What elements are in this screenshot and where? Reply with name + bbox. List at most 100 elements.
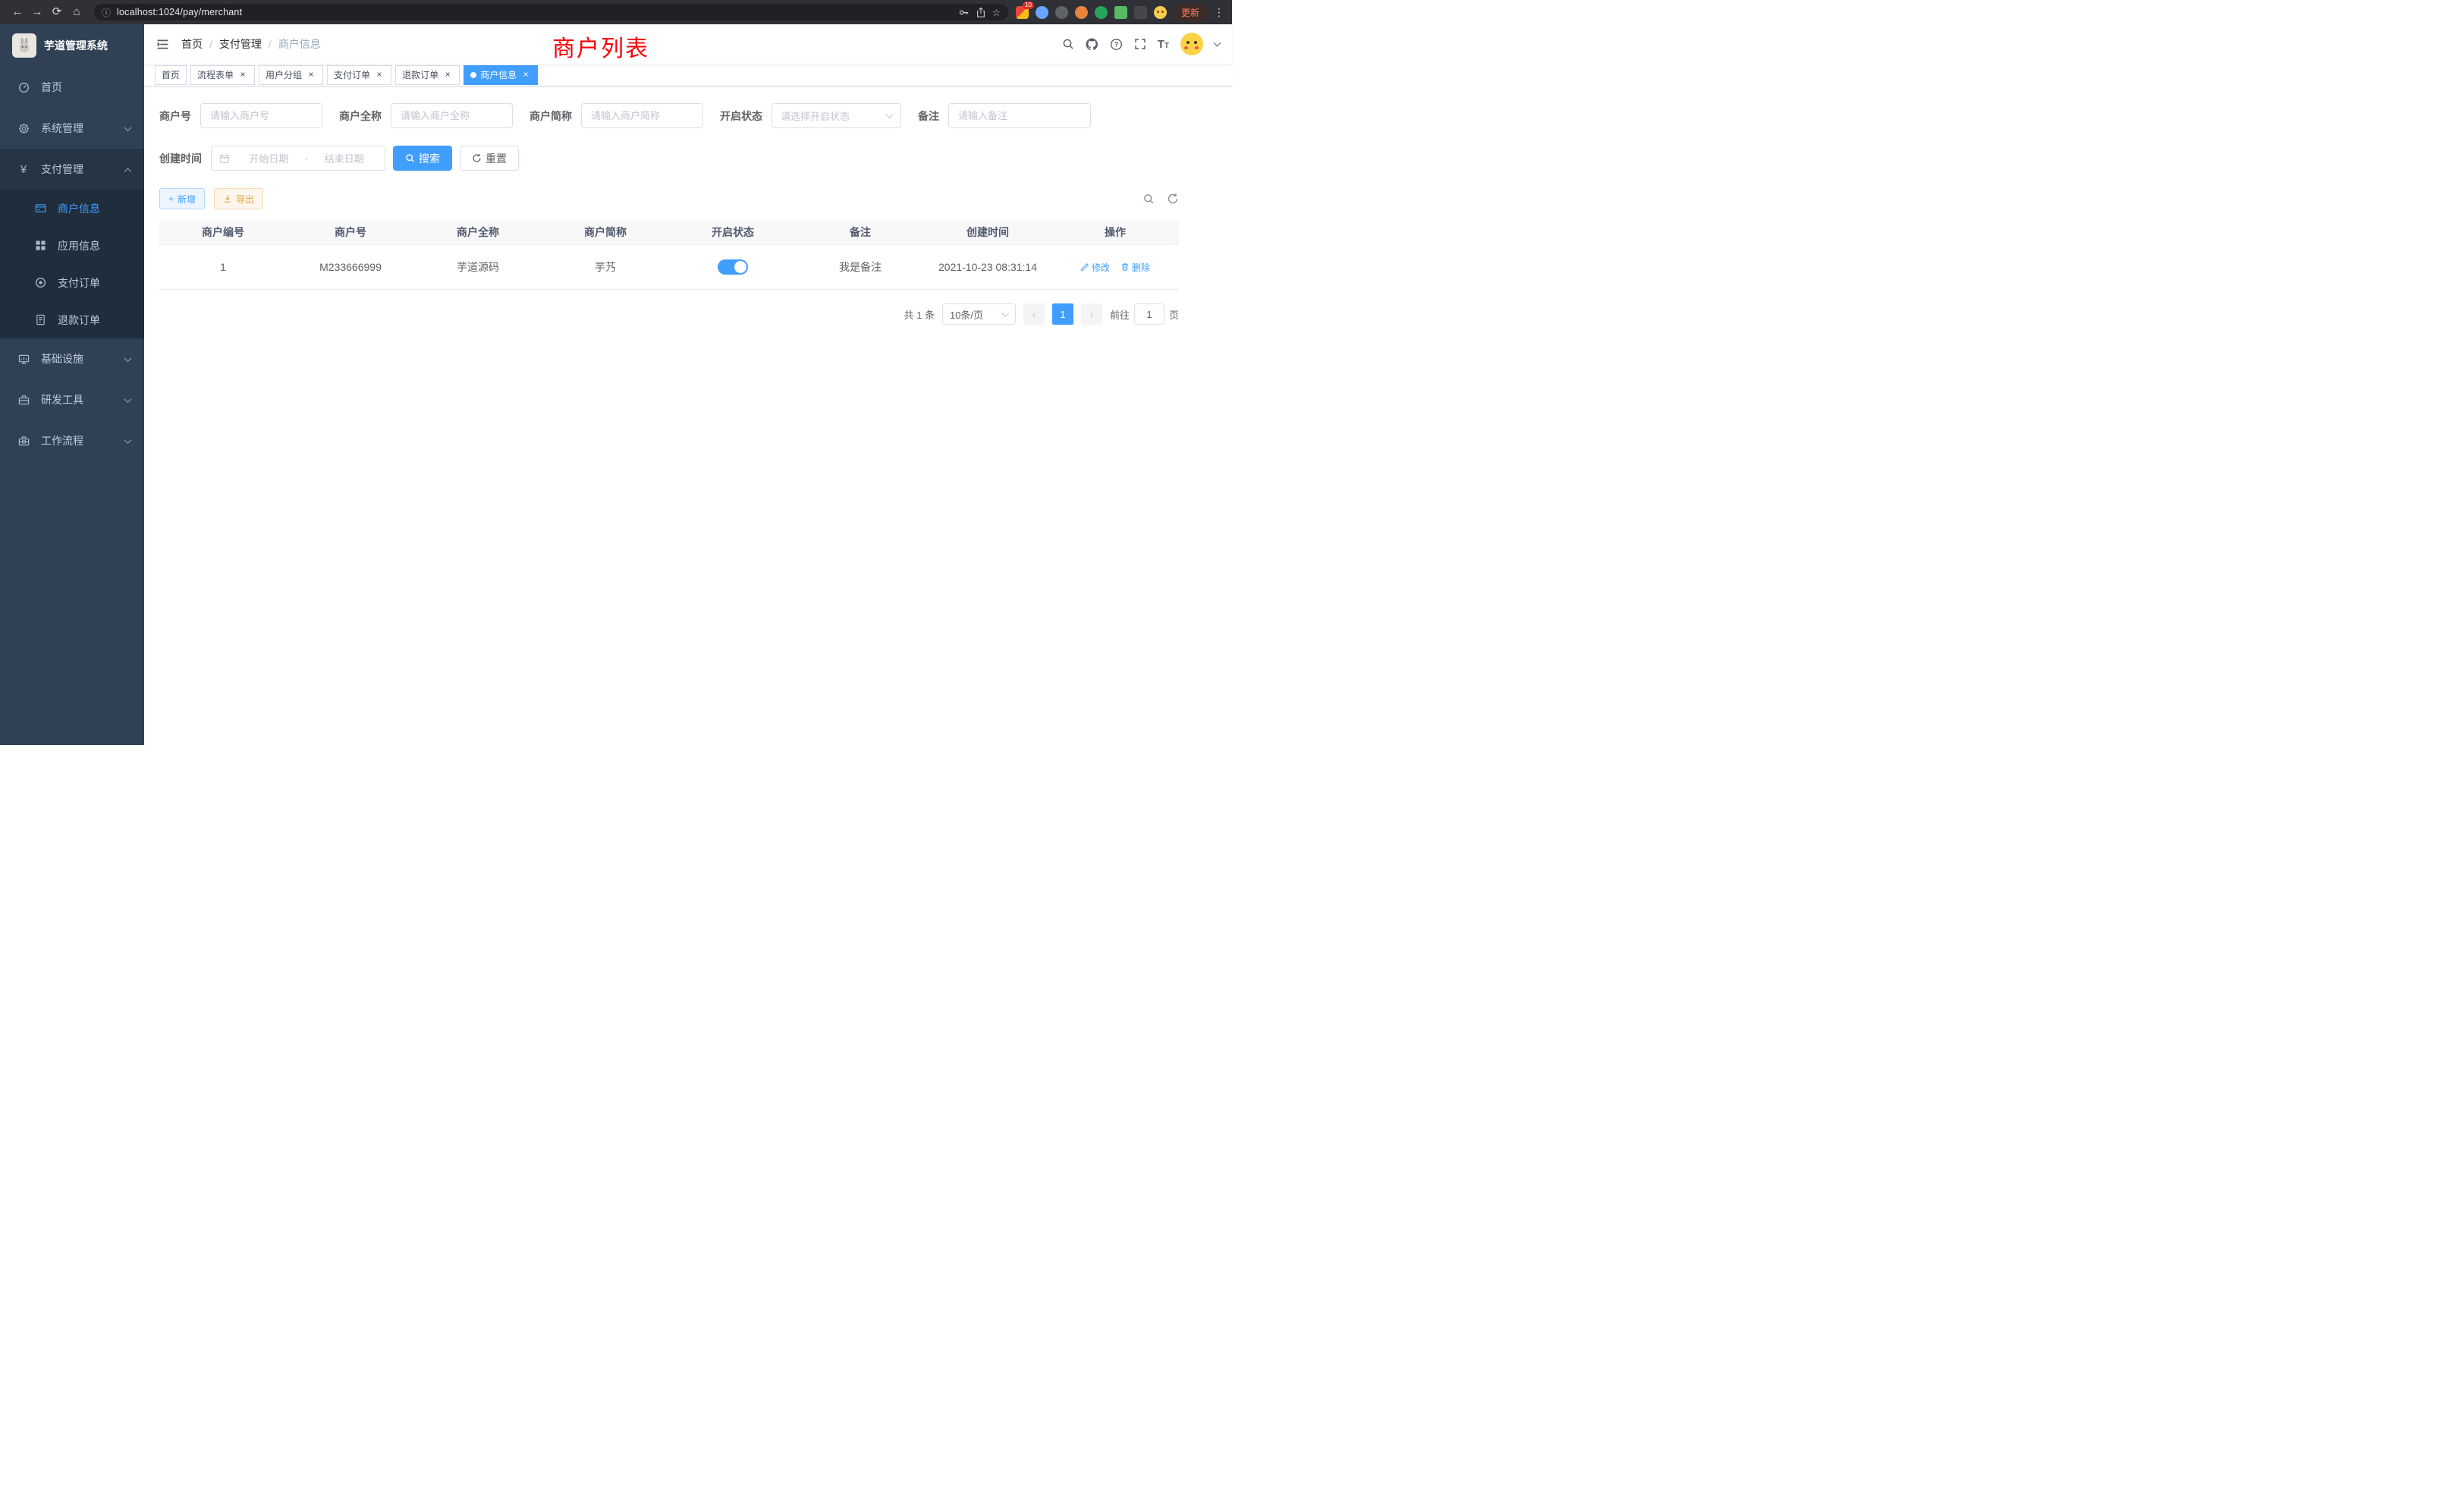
hamburger-icon[interactable] [156, 38, 169, 51]
chevron-down-icon [124, 124, 132, 131]
delete-button[interactable]: 删除 [1120, 261, 1150, 274]
browser-menu-icon[interactable]: ⋮ [1214, 6, 1224, 19]
extension-icon[interactable] [1075, 6, 1088, 19]
export-button[interactable]: 导出 [214, 188, 263, 209]
full-name-input[interactable] [391, 103, 513, 128]
browser-reload-icon[interactable]: ⟳ [47, 2, 67, 22]
extension-icon[interactable] [1114, 6, 1127, 19]
github-icon[interactable] [1086, 38, 1098, 51]
search-button[interactable]: 搜索 [393, 146, 452, 171]
add-button[interactable]: + 新增 [159, 188, 205, 209]
toggle-search-icon[interactable] [1142, 193, 1155, 205]
sidebar-item-app-info[interactable]: 应用信息 [0, 227, 144, 264]
password-key-icon[interactable] [958, 7, 970, 18]
reset-button[interactable]: 重置 [460, 146, 519, 171]
user-avatar[interactable] [1180, 33, 1203, 55]
chevron-down-icon [124, 436, 132, 444]
sidebar-item-system[interactable]: 系统管理 [0, 108, 144, 149]
sidebar-item-pay-order[interactable]: 支付订单 [0, 264, 144, 301]
goto-page-input[interactable] [1134, 303, 1164, 325]
search-icon[interactable] [1062, 38, 1074, 50]
sidebar-item-dev-tools[interactable]: 研发工具 [0, 379, 144, 420]
status-select[interactable]: 请选择开启状态 [772, 103, 901, 128]
merchant-no-input[interactable] [200, 103, 322, 128]
tab-merchant-info[interactable]: 商户信息 × [464, 65, 538, 85]
filter-row-2: 创建时间 开始日期 - 结束日期 [159, 146, 1179, 171]
page-size-select[interactable]: 10条/页 [942, 303, 1016, 325]
fullscreen-icon[interactable] [1134, 38, 1146, 50]
sidebar-item-merchant-info[interactable]: 商户信息 [0, 190, 144, 227]
cell-full-name: 芋道源码 [414, 259, 542, 275]
extension-icon[interactable] [1134, 6, 1147, 19]
app-grid-icon [32, 240, 49, 251]
remark-input[interactable] [948, 103, 1091, 128]
browser-forward-icon[interactable]: → [27, 2, 47, 22]
close-icon[interactable]: × [306, 70, 316, 80]
sidebar-item-label: 商户信息 [58, 201, 130, 216]
column-header: 商户简称 [542, 225, 669, 240]
short-name-label: 商户简称 [530, 108, 581, 124]
app-title: 芋道管理系统 [44, 38, 108, 53]
bookmark-star-icon[interactable]: ☆ [992, 7, 1001, 18]
page-size-value: 10条/页 [950, 307, 983, 322]
sidebar: 芋道管理系统 首页 系统管理 ¥ 支付管理 [0, 24, 144, 745]
breadcrumb-payment[interactable]: 支付管理 [219, 36, 262, 52]
next-page-button[interactable]: › [1081, 303, 1102, 325]
font-size-icon[interactable]: TT [1158, 38, 1169, 51]
help-icon[interactable]: ? [1110, 38, 1123, 51]
sidebar-item-label: 退款订单 [58, 313, 130, 328]
breadcrumb-home[interactable]: 首页 [181, 36, 203, 52]
cell-short-name: 芋艿 [542, 259, 669, 275]
share-icon[interactable] [976, 7, 986, 18]
goto-suffix: 页 [1169, 307, 1179, 322]
sidebar-item-home[interactable]: 首页 [0, 67, 144, 108]
browser-update-button[interactable]: 更新 [1174, 4, 1207, 21]
sidebar-item-workflow[interactable]: 工作流程 [0, 420, 144, 461]
toolbox-icon [15, 395, 32, 406]
browser-home-icon[interactable]: ⌂ [67, 2, 86, 22]
close-icon[interactable]: × [442, 70, 453, 80]
status-toggle[interactable] [718, 259, 748, 275]
app-shell: 芋道管理系统 首页 系统管理 ¥ 支付管理 [0, 24, 1232, 745]
tab-label: 首页 [162, 68, 180, 81]
profile-avatar-icon[interactable] [1154, 6, 1167, 19]
url-text[interactable]: localhost:1024/pay/merchant [117, 7, 952, 17]
refresh-icon[interactable] [1167, 193, 1179, 205]
extension-icon[interactable] [1055, 6, 1068, 19]
sidebar-item-payment[interactable]: ¥ 支付管理 [0, 149, 144, 190]
table-header: 商户编号 商户号 商户全称 商户简称 开启状态 备注 创建时间 操作 [159, 220, 1179, 245]
close-icon[interactable]: × [237, 70, 248, 80]
extension-icon[interactable] [1095, 6, 1108, 19]
goto-prefix: 前往 [1110, 307, 1130, 322]
filter-row-1: 商户号 商户全称 商户简称 开启状态 请选择开启状态 [159, 103, 1179, 128]
close-icon[interactable]: × [374, 70, 385, 80]
prev-page-button[interactable]: ‹ [1023, 303, 1045, 325]
sidebar-item-infrastructure[interactable]: 基础设施 [0, 338, 144, 379]
site-info-icon[interactable]: ⓘ [102, 6, 111, 19]
cell-merchant-id: 1 [159, 261, 287, 273]
sidebar-item-refund-order[interactable]: 退款订单 [0, 301, 144, 338]
column-header: 商户号 [287, 225, 414, 240]
column-header: 开启状态 [669, 225, 797, 240]
date-range-picker[interactable]: 开始日期 - 结束日期 [211, 146, 385, 171]
tab-refund-order[interactable]: 退款订单 × [395, 65, 460, 85]
chevron-down-icon[interactable] [1214, 39, 1221, 46]
date-separator: - [302, 152, 311, 164]
edit-button[interactable]: 修改 [1080, 261, 1110, 274]
tab-user-group[interactable]: 用户分组 × [259, 65, 323, 85]
close-icon[interactable]: × [520, 70, 531, 80]
short-name-input[interactable] [581, 103, 703, 128]
browser-back-icon[interactable]: ← [8, 2, 27, 22]
address-bar[interactable]: ⓘ localhost:1024/pay/merchant ☆ [94, 4, 1008, 20]
tab-process-form[interactable]: 流程表单 × [190, 65, 255, 85]
extension-icon[interactable]: 10 [1016, 6, 1029, 19]
tab-home[interactable]: 首页 [155, 65, 187, 85]
gear-icon [15, 123, 32, 134]
date-start-placeholder: 开始日期 [236, 151, 302, 165]
tab-pay-order[interactable]: 支付订单 × [327, 65, 391, 85]
breadcrumb-separator: / [269, 38, 272, 50]
page-number-button[interactable]: 1 [1052, 303, 1073, 325]
chevron-up-icon [124, 168, 132, 175]
app-logo[interactable]: 芋道管理系统 [0, 24, 144, 67]
extension-icon[interactable] [1036, 6, 1048, 19]
